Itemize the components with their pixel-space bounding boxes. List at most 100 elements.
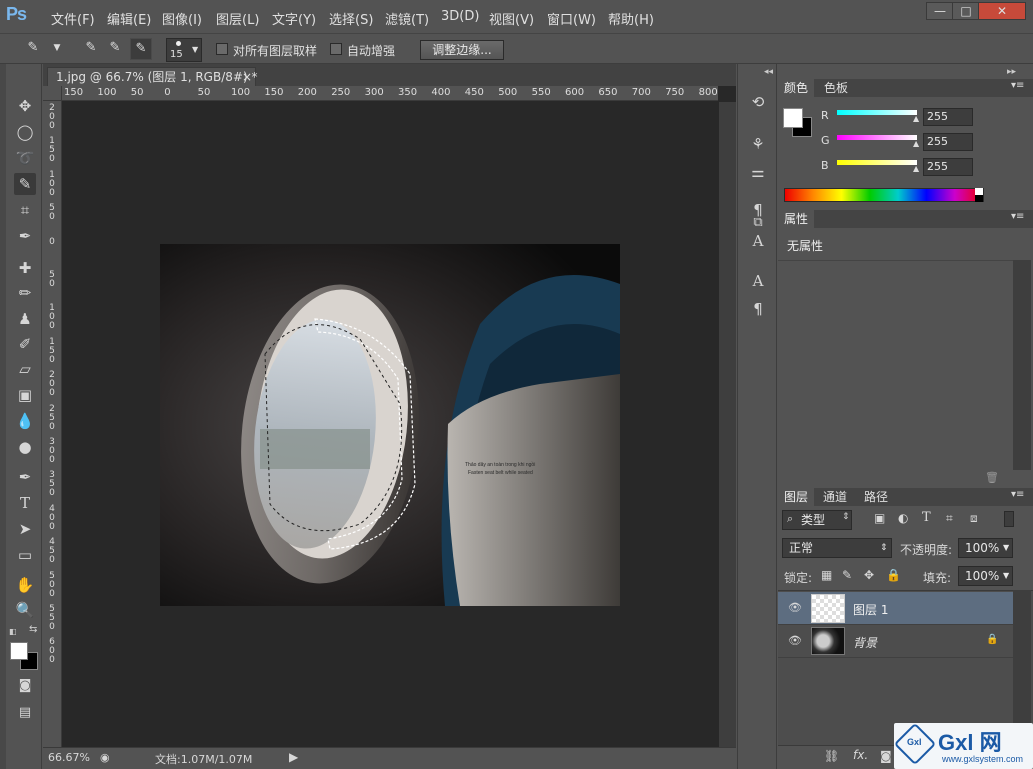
gradient-tool-icon[interactable]: ▣ — [14, 384, 36, 406]
brush-picker[interactable]: 15 ▼ — [166, 38, 202, 62]
add-to-selection-icon[interactable]: ✎ — [104, 38, 126, 60]
subtract-from-selection-icon[interactable]: ✎ — [130, 38, 152, 60]
brush-tool-icon[interactable]: ✏ — [14, 282, 36, 304]
opacity-input[interactable]: 100% ▼ — [958, 538, 1013, 558]
filter-toggle[interactable] — [1004, 511, 1014, 527]
properties-scrollbar[interactable] — [1013, 260, 1031, 470]
foreground-color-swatch[interactable] — [783, 108, 803, 128]
layer-name[interactable]: 背景 — [853, 634, 877, 651]
tab-color[interactable]: 颜色 — [778, 79, 815, 97]
menu-window[interactable]: 窗口(W) — [547, 9, 596, 28]
dodge-tool-icon[interactable]: ● — [14, 436, 36, 458]
history-panel-icon[interactable]: ⟲ — [747, 91, 769, 113]
auto-enhance-checkbox[interactable] — [330, 43, 342, 55]
character-panel-icon[interactable]: A — [747, 270, 769, 292]
green-value[interactable]: 255 — [923, 133, 973, 151]
foreground-color-swatch[interactable] — [10, 642, 28, 660]
ruler-origin[interactable] — [43, 86, 62, 101]
blur-tool-icon[interactable]: 💧 — [14, 410, 36, 432]
layer-row-layer1[interactable]: 👁 图层 1 — [778, 592, 1013, 625]
type-tool-icon[interactable]: T — [14, 492, 36, 514]
paragraph-panel-icon[interactable]: ¶ — [747, 298, 769, 320]
blue-slider-handle-icon[interactable]: ▲ — [913, 164, 919, 173]
lock-image-icon[interactable]: ✎ — [842, 568, 852, 582]
close-button[interactable]: ✕ — [978, 2, 1026, 20]
panel-menu-icon[interactable]: ▾≡ — [1011, 489, 1024, 500]
menu-help[interactable]: 帮助(H) — [608, 9, 654, 28]
tab-layers[interactable]: 图层 — [778, 488, 815, 506]
smart-object-filter-icon[interactable]: ⧈ — [970, 511, 978, 526]
status-menu-arrow-icon[interactable]: ▶ — [289, 750, 298, 764]
menu-select[interactable]: 选择(S) — [329, 9, 373, 28]
shape-filter-icon[interactable]: ⌗ — [946, 511, 953, 526]
red-slider[interactable] — [837, 110, 917, 115]
screen-mode-icon[interactable]: ▤ — [14, 702, 36, 724]
lock-all-icon[interactable]: 🔒 — [886, 568, 901, 582]
lock-transparent-icon[interactable]: ▦ — [821, 568, 832, 582]
menu-edit[interactable]: 编辑(E) — [107, 9, 151, 28]
fill-input[interactable]: 100% ▼ — [958, 566, 1013, 586]
quick-selection-preset-icon[interactable]: ✎ — [22, 38, 44, 60]
blue-value[interactable]: 255 — [923, 158, 973, 176]
minimize-button[interactable]: — — [926, 2, 954, 20]
document-canvas[interactable]: Thảo dây an toàn trong khi ngồi Fasten s… — [160, 244, 620, 606]
panel-menu-icon[interactable]: ▾≡ — [1011, 80, 1024, 91]
new-selection-icon[interactable]: ✎ — [80, 38, 102, 60]
vertical-scrollbar[interactable] — [719, 102, 736, 747]
eyedropper-tool-icon[interactable]: ✒ — [14, 225, 36, 247]
tab-properties[interactable]: 属性 — [778, 210, 815, 228]
layer-mask-icon[interactable]: ◙ — [880, 749, 892, 763]
layer-row-background[interactable]: 👁 背景 🔒 — [778, 625, 1013, 658]
close-tab-icon[interactable]: × — [242, 68, 252, 86]
tab-channels[interactable]: 通道 — [817, 488, 853, 506]
panel-menu-icon[interactable]: ▾≡ — [1011, 211, 1024, 222]
default-colors-icon[interactable]: ◧ — [9, 627, 17, 636]
collapse-panels-icon[interactable]: ▸▸ — [1007, 67, 1016, 77]
menu-layer[interactable]: 图层(L) — [216, 9, 259, 28]
quick-selection-tool-icon[interactable]: ✎ — [14, 173, 36, 195]
menu-type[interactable]: 文字(Y) — [272, 9, 316, 28]
layer-name[interactable]: 图层 1 — [853, 601, 888, 618]
lasso-tool-icon[interactable]: ➰ — [14, 147, 36, 169]
document-tab[interactable]: 1.jpg @ 66.7% (图层 1, RGB/8#) * × — [47, 67, 257, 86]
eye-icon[interactable]: 👁 — [788, 634, 802, 647]
zoom-tool-icon[interactable]: 🔍 — [14, 599, 36, 621]
type-filter-icon[interactable]: T — [922, 510, 931, 525]
green-slider-handle-icon[interactable]: ▲ — [913, 139, 919, 148]
menu-filter[interactable]: 滤镜(T) — [385, 9, 429, 28]
pen-tool-icon[interactable]: ✒ — [14, 466, 36, 488]
brush-presets-icon[interactable]: ⚌ — [747, 161, 769, 183]
layers-scrollbar[interactable] — [1013, 590, 1031, 745]
refine-edge-button[interactable]: 调整边缘... — [420, 40, 504, 60]
layer-style-icon[interactable]: fx. — [853, 748, 868, 762]
red-slider-handle-icon[interactable]: ▲ — [913, 114, 919, 123]
link-layers-icon[interactable]: ⛓ — [824, 749, 839, 763]
brush-panel-icon[interactable]: ⚘ — [747, 133, 769, 155]
zoom-level[interactable]: 66.67% — [48, 751, 90, 764]
chevron-down-icon[interactable]: ▼ — [46, 38, 68, 60]
rectangle-tool-icon[interactable]: ▭ — [14, 544, 36, 566]
healing-brush-tool-icon[interactable]: ✚ — [14, 257, 36, 279]
menu-image[interactable]: 图像(I) — [162, 9, 202, 28]
crop-tool-icon[interactable]: ⌗ — [14, 199, 36, 221]
path-selection-tool-icon[interactable]: ➤ — [14, 518, 36, 540]
clone-stamp-tool-icon[interactable]: ♟ — [14, 308, 36, 330]
black-swatch[interactable] — [975, 195, 983, 202]
trash-icon[interactable]: 🗑 — [985, 471, 999, 484]
menu-view[interactable]: 视图(V) — [489, 9, 534, 28]
lock-position-icon[interactable]: ✥ — [864, 568, 874, 582]
swap-colors-icon[interactable]: ⇆ — [29, 624, 37, 635]
tab-swatches[interactable]: 色板 — [818, 79, 854, 97]
tab-paths[interactable]: 路径 — [858, 488, 894, 506]
white-swatch[interactable] — [975, 188, 983, 195]
maximize-button[interactable]: □ — [952, 2, 980, 20]
menu-3d[interactable]: 3D(D) — [441, 9, 479, 24]
quick-mask-icon[interactable]: ◙ — [14, 675, 36, 697]
menu-file[interactable]: 文件(F) — [51, 9, 95, 28]
move-tool-icon[interactable]: ✥ — [14, 95, 36, 117]
eye-icon[interactable]: 👁 — [788, 601, 802, 614]
marquee-tool-icon[interactable]: ◯ — [14, 121, 36, 143]
history-brush-tool-icon[interactable]: ✐ — [14, 333, 36, 355]
red-value[interactable]: 255 — [923, 108, 973, 126]
sample-all-layers-checkbox[interactable] — [216, 43, 228, 55]
